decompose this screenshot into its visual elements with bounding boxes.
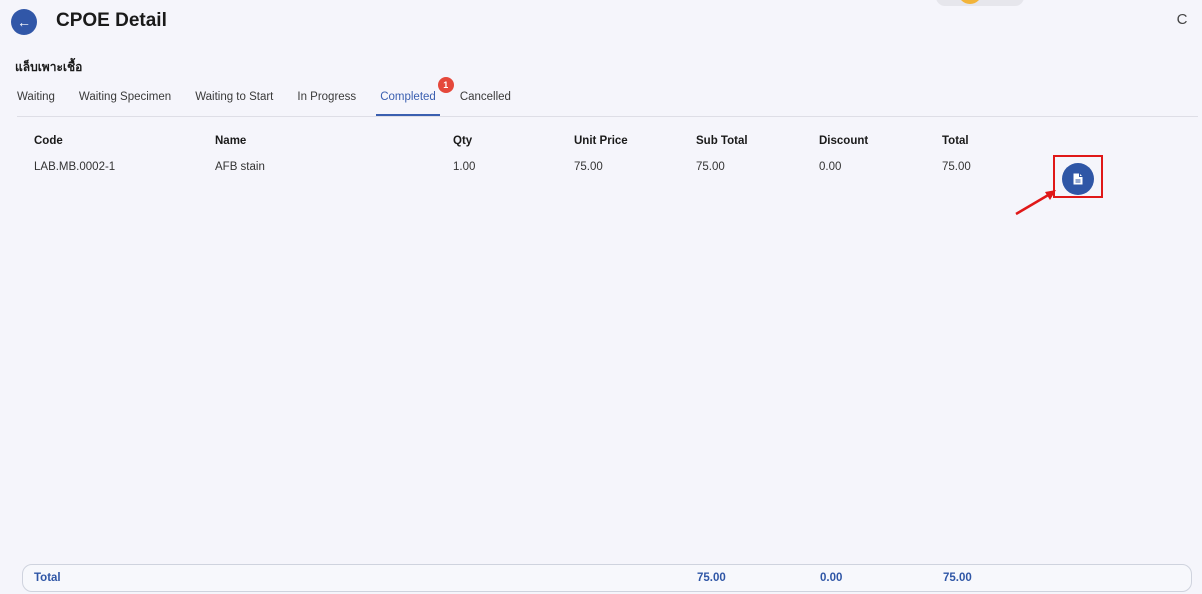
cell-code: LAB.MB.0002-1 (34, 161, 116, 173)
column-header-sub-total: Sub Total (696, 135, 748, 147)
page-header: ← CPOE Detail C (0, 0, 1202, 46)
arrow-left-icon: ← (17, 14, 31, 30)
section-label: แล็บเพาะเชื้อ (15, 60, 83, 74)
back-button[interactable]: ← (11, 9, 37, 35)
column-header-discount: Discount (819, 135, 869, 147)
column-header-unit-price: Unit Price (574, 135, 628, 147)
column-header-total: Total (942, 135, 969, 147)
cell-qty: 1.00 (453, 161, 476, 173)
cell-total: 75.00 (942, 161, 971, 173)
page-title: CPOE Detail (56, 10, 167, 31)
count-badge: 1 (437, 77, 454, 93)
total-summary-bar: Total 75.00 0.00 75.00 (22, 564, 1192, 592)
tab-completed[interactable]: Completed 1 (376, 77, 454, 116)
footer-sub-total: 75.00 (697, 572, 726, 584)
refresh-icon[interactable]: C (1174, 12, 1190, 28)
tab-waiting-specimen[interactable]: Waiting Specimen (79, 82, 171, 116)
cell-name: AFB stain (215, 161, 265, 173)
cell-unit-price: 75.00 (574, 161, 603, 173)
cell-discount: 0.00 (819, 161, 842, 173)
tab-completed-label: Completed (380, 91, 436, 103)
tabs-divider (17, 116, 1198, 117)
tab-cancelled[interactable]: Cancelled (460, 82, 511, 116)
tab-waiting-to-start[interactable]: Waiting to Start (195, 82, 273, 116)
column-header-qty: Qty (453, 135, 473, 147)
cell-sub-total: 75.00 (696, 161, 725, 173)
footer-discount: 0.00 (820, 572, 843, 584)
pointer-arrow-icon (1015, 190, 1056, 216)
column-header-code: Code (34, 135, 63, 147)
footer-total-label: Total (34, 572, 61, 584)
status-tabs: Waiting Waiting Specimen Waiting to Star… (17, 77, 535, 116)
footer-total: 75.00 (943, 572, 972, 584)
tab-in-progress[interactable]: In Progress (297, 82, 356, 116)
tab-waiting[interactable]: Waiting (17, 82, 55, 116)
column-header-name: Name (215, 135, 247, 147)
